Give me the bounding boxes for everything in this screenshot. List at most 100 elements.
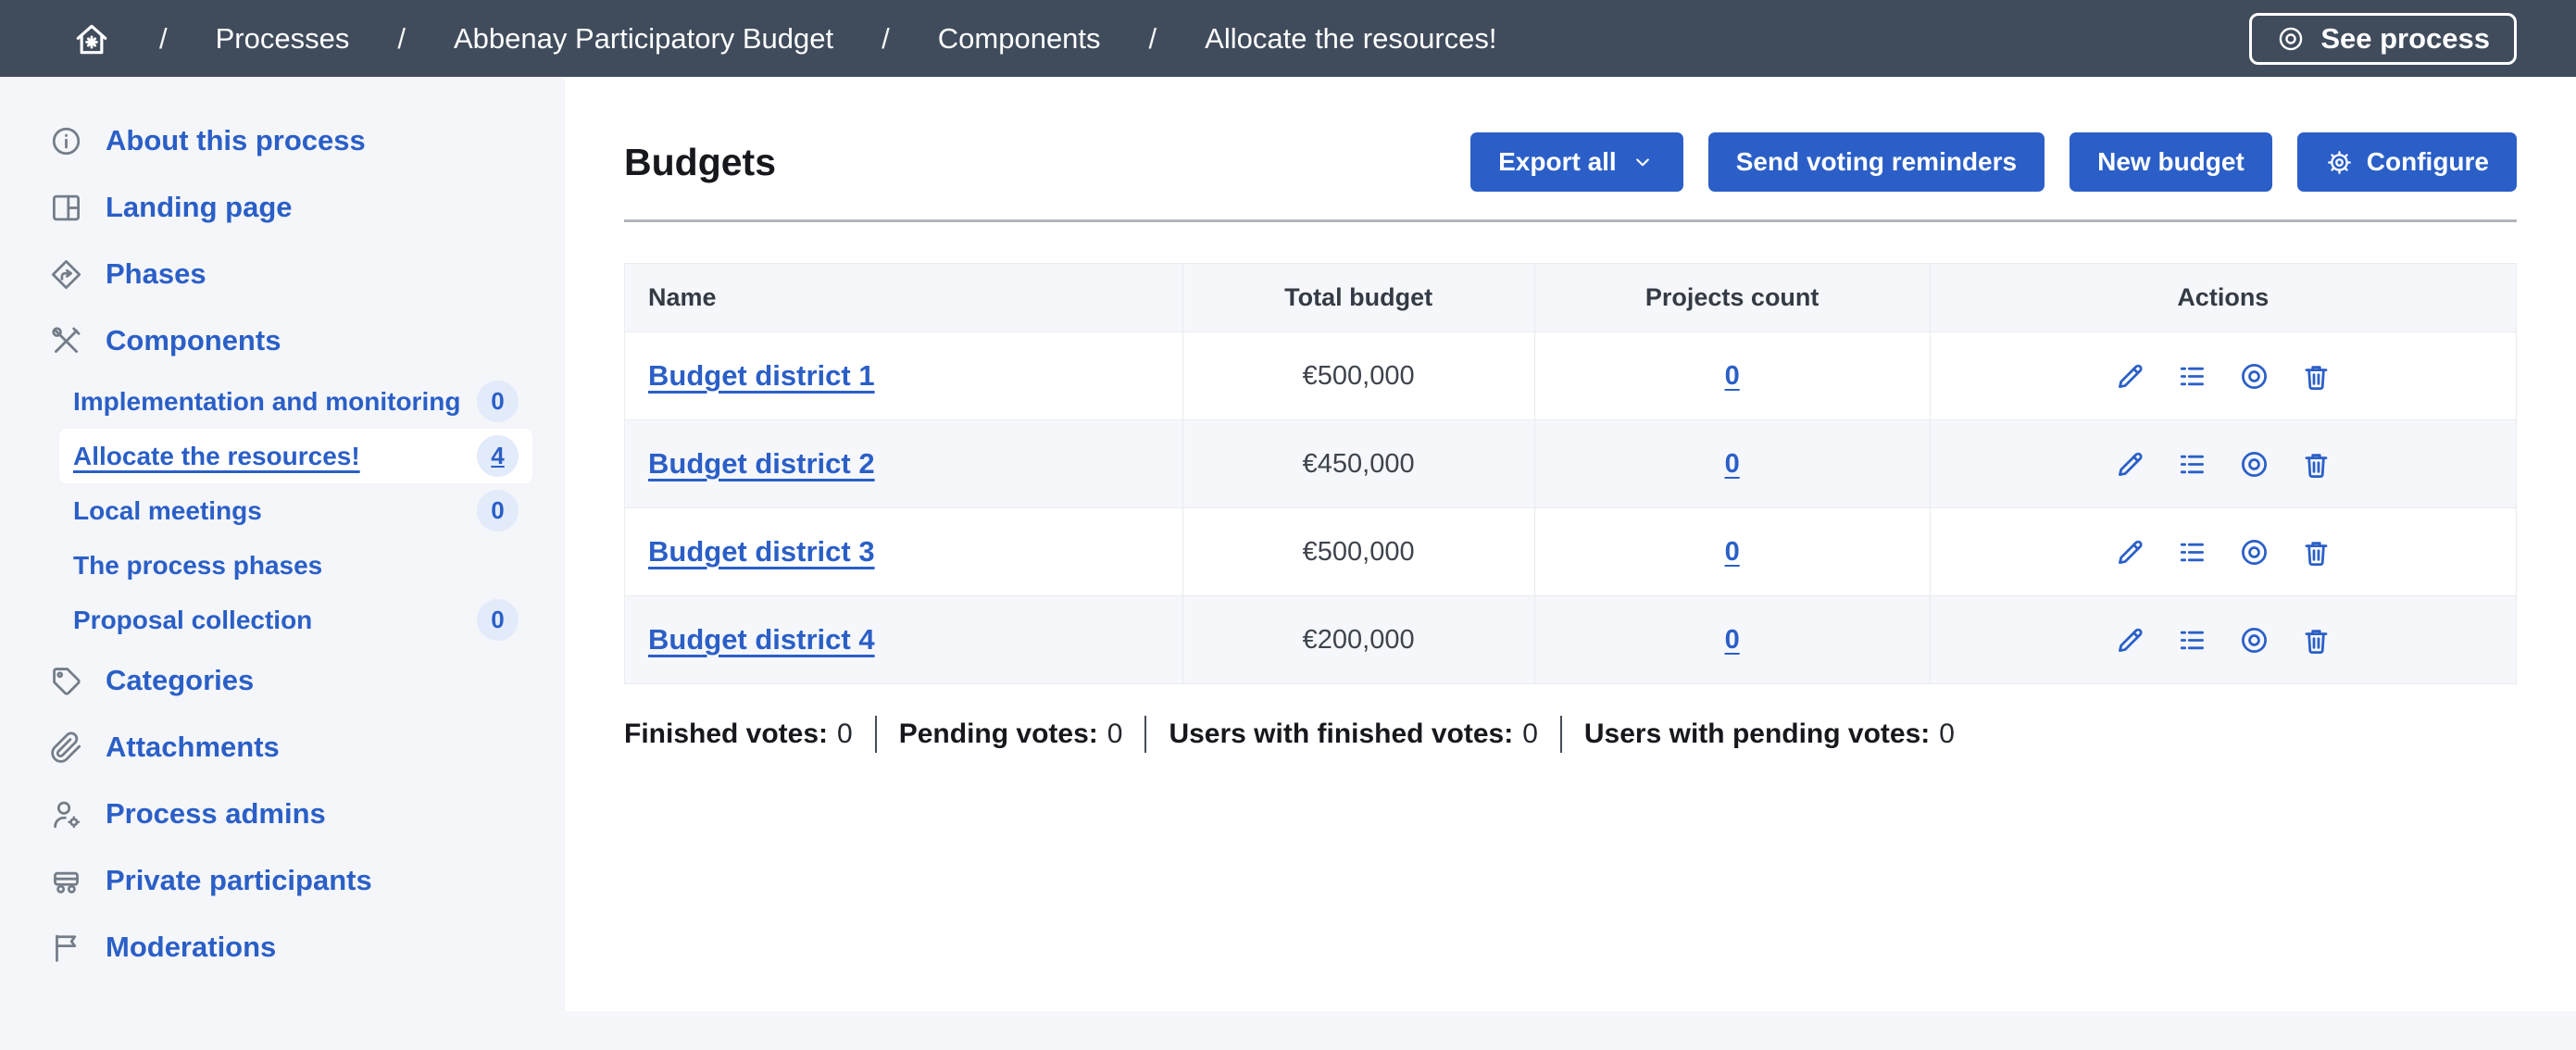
breadcrumb: / Processes / Abbenay Participatory Budg… <box>72 19 1497 58</box>
preview-button[interactable] <box>2238 536 2270 569</box>
sidebar-subitem-label: Allocate the resources! <box>73 442 360 471</box>
column-header-actions: Actions <box>1930 264 2516 332</box>
edit-button[interactable] <box>2114 624 2146 656</box>
list-icon <box>2176 360 2208 393</box>
edit-button[interactable] <box>2114 536 2146 569</box>
breadcrumb-separator: / <box>1149 22 1157 56</box>
manage-projects-button[interactable] <box>2176 536 2208 569</box>
manage-projects-button[interactable] <box>2176 360 2208 393</box>
projects-count-link[interactable]: 0 <box>1725 537 1740 567</box>
see-process-button[interactable]: See process <box>2249 13 2517 65</box>
list-icon <box>2176 448 2208 481</box>
export-all-button[interactable]: Export all <box>1470 132 1683 192</box>
delete-button[interactable] <box>2300 624 2332 656</box>
delete-button[interactable] <box>2300 448 2332 481</box>
pencil-icon <box>2114 536 2146 569</box>
projects-count-link[interactable]: 0 <box>1725 361 1740 391</box>
stat-value: 0 <box>1522 719 1538 750</box>
table-row: Budget district 2 €450,000 0 <box>625 420 2517 508</box>
sidebar-item-moderations[interactable]: Moderations <box>0 914 565 981</box>
sidebar-subitem-process-phases[interactable]: The process phases <box>59 538 532 593</box>
table-row: Budget district 1 €500,000 0 <box>625 332 2517 420</box>
column-header-projects-count: Projects count <box>1534 264 1930 332</box>
count-badge: 4 <box>477 435 519 477</box>
stat-value: 0 <box>1107 719 1123 750</box>
budget-name-link[interactable]: Budget district 3 <box>648 535 875 568</box>
projects-count-link[interactable]: 0 <box>1725 449 1740 479</box>
budget-name-link[interactable]: Budget district 2 <box>648 447 875 480</box>
manage-projects-button[interactable] <box>2176 624 2208 656</box>
list-icon <box>2176 536 2208 569</box>
pencil-icon <box>2114 624 2146 656</box>
sidebar-item-label: Process admins <box>106 797 326 831</box>
preview-button[interactable] <box>2238 448 2270 481</box>
sidebar-item-landing-page[interactable]: Landing page <box>0 174 565 241</box>
main-content: Budgets Export all Send voting reminders… <box>565 77 2576 1011</box>
sidebar-item-categories[interactable]: Categories <box>0 647 565 714</box>
total-budget-value: €500,000 <box>1182 508 1534 596</box>
projects-count-link[interactable]: 0 <box>1725 625 1740 655</box>
heading-divider <box>624 219 2517 222</box>
sidebar-item-attachments[interactable]: Attachments <box>0 714 565 781</box>
sidebar-item-process-admins[interactable]: Process admins <box>0 781 565 847</box>
sidebar-item-components[interactable]: Components <box>0 307 565 374</box>
tools-icon <box>49 324 83 358</box>
manage-projects-button[interactable] <box>2176 448 2208 481</box>
stat-value: 0 <box>1939 719 1955 750</box>
new-budget-button[interactable]: New budget <box>2070 132 2272 192</box>
trash-icon <box>2300 360 2332 393</box>
sidebar-item-label: Moderations <box>106 931 276 964</box>
count-badge: 0 <box>477 490 519 531</box>
sidebar-item-private-participants[interactable]: Private participants <box>0 847 565 914</box>
chevron-down-icon <box>1630 149 1656 175</box>
info-icon <box>49 124 83 158</box>
sidebar-subitem-local-meetings[interactable]: Local meetings 0 <box>59 483 532 538</box>
preview-button[interactable] <box>2238 624 2270 656</box>
page-footer-strip <box>0 1011 2576 1050</box>
breadcrumb-item-current-component[interactable]: Allocate the resources! <box>1205 22 1496 56</box>
total-budget-value: €200,000 <box>1182 596 1534 684</box>
send-voting-reminders-button[interactable]: Send voting reminders <box>1708 132 2045 192</box>
breadcrumb-separator: / <box>882 22 890 56</box>
list-icon <box>2176 624 2208 656</box>
sidebar-subitem-label: Proposal collection <box>73 606 312 635</box>
eye-icon <box>2238 360 2270 393</box>
home-icon[interactable] <box>72 19 111 58</box>
budget-name-link[interactable]: Budget district 4 <box>648 623 875 656</box>
stat-label: Pending votes: <box>899 719 1098 750</box>
sidebar-subitem-allocate-resources[interactable]: Allocate the resources! 4 <box>59 429 532 483</box>
gear-icon <box>2325 148 2354 177</box>
trash-icon <box>2300 624 2332 656</box>
sidebar-subitem-label: Local meetings <box>73 496 262 526</box>
sidebar-item-label: Categories <box>106 664 254 697</box>
sidebar-subitem-label: The process phases <box>73 551 322 581</box>
send-voting-reminders-label: Send voting reminders <box>1736 147 2017 177</box>
sidebar-subitem-implementation[interactable]: Implementation and monitoring 0 <box>59 374 532 429</box>
paperclip-icon <box>49 731 83 765</box>
edit-button[interactable] <box>2114 448 2146 481</box>
sidebar-item-phases[interactable]: Phases <box>0 241 565 307</box>
breadcrumb-item-components[interactable]: Components <box>938 22 1101 56</box>
configure-button[interactable]: Configure <box>2297 132 2517 192</box>
edit-button[interactable] <box>2114 360 2146 393</box>
page-title: Budgets <box>624 141 776 184</box>
total-budget-value: €500,000 <box>1182 332 1534 420</box>
see-process-label: See process <box>2320 22 2490 56</box>
stat-label: Finished votes: <box>624 719 828 750</box>
budget-name-link[interactable]: Budget district 1 <box>648 359 875 392</box>
delete-button[interactable] <box>2300 536 2332 569</box>
sidebar-item-label: Attachments <box>106 731 280 764</box>
sidebar-item-label: About this process <box>106 124 366 157</box>
stat-separator <box>1560 716 1562 753</box>
sidebar-subitem-proposal-collection[interactable]: Proposal collection 0 <box>59 593 532 647</box>
preview-button[interactable] <box>2238 360 2270 393</box>
breadcrumb-item-processes[interactable]: Processes <box>216 22 350 56</box>
breadcrumb-item-process-name[interactable]: Abbenay Participatory Budget <box>454 22 833 56</box>
stat-label: Users with finished votes: <box>1169 719 1513 750</box>
eye-icon <box>2276 24 2306 54</box>
delete-button[interactable] <box>2300 360 2332 393</box>
total-budget-value: €450,000 <box>1182 420 1534 508</box>
group-icon <box>49 864 83 898</box>
sidebar-item-label: Components <box>106 324 281 357</box>
sidebar-item-about[interactable]: About this process <box>0 107 565 174</box>
